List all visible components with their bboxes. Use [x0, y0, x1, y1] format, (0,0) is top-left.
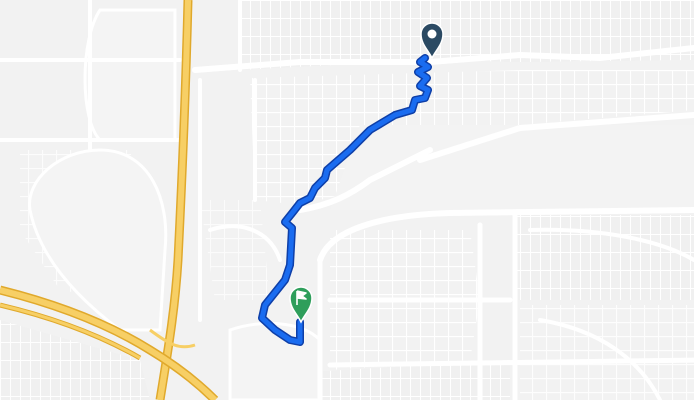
- map-canvas[interactable]: [0, 0, 694, 400]
- location-pin-dot: [427, 29, 437, 39]
